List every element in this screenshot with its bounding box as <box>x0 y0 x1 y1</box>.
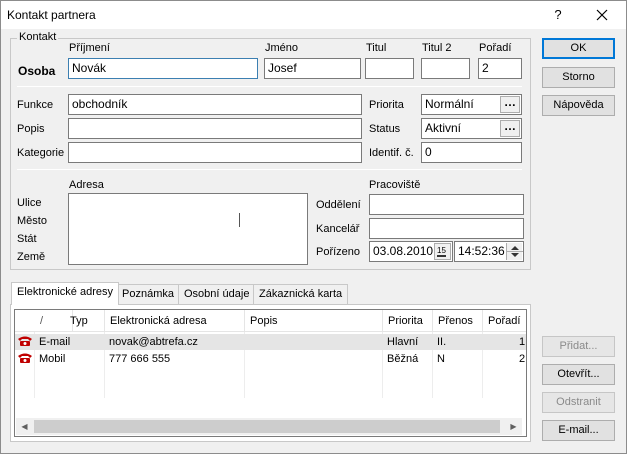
table-row[interactable]: E-mail novak@abtrefa.cz Hlavní II. 1 <box>15 334 526 350</box>
ulice-label: Ulice <box>17 197 42 209</box>
cell-prenos: N <box>437 353 445 365</box>
column-header-poradi[interactable]: Pořadí <box>483 310 526 332</box>
mesto-label: Město <box>17 215 47 227</box>
titul-label: Titul <box>366 42 387 54</box>
priorita-label: Priorita <box>369 99 404 111</box>
title-bar: Kontakt partnera ? <box>1 1 626 29</box>
zeme-label: Země <box>17 251 46 263</box>
kontakt-group-legend: Kontakt <box>17 31 59 43</box>
stat-label: Stát <box>17 233 37 245</box>
prijmeni-label: Příjmení <box>69 42 110 54</box>
cell-typ: E-mail <box>39 336 71 348</box>
cell-typ: Mobil <box>39 353 66 365</box>
titul2-input[interactable] <box>421 58 470 79</box>
phone-icon <box>17 352 33 368</box>
jmeno-label: Jméno <box>265 42 299 54</box>
tab-elektronicke-adresy[interactable]: Elektronické adresy <box>11 282 119 305</box>
odstranit-button[interactable]: Odstranit <box>542 392 615 413</box>
cell-prenos: II. <box>437 336 447 348</box>
email-button[interactable]: E-mail... <box>542 420 615 441</box>
kancelar-label: Kancelář <box>316 223 360 235</box>
scrollbar-thumb[interactable] <box>34 420 500 433</box>
funkce-input[interactable]: obchodník <box>68 94 362 115</box>
poradi-label: Pořadí <box>479 42 512 54</box>
oddeleni-input[interactable] <box>369 194 524 215</box>
priorita-browse-button[interactable]: … <box>500 96 520 113</box>
popis-input[interactable] <box>68 118 362 139</box>
addresses-grid[interactable]: / Typ Elektronická adresa Popis Priorita… <box>14 309 527 437</box>
grid-header: / Typ Elektronická adresa Popis Priorita… <box>15 310 526 332</box>
tab-osobni-udaje[interactable]: Osobní údaje <box>178 284 256 305</box>
pridat-button[interactable]: Přidat... <box>542 336 615 357</box>
cell-priorita: Běžná <box>387 353 419 365</box>
osoba-label: Osoba <box>18 64 56 78</box>
status-browse-button[interactable]: … <box>500 120 520 137</box>
scroll-left-icon[interactable]: ◀ <box>16 418 33 435</box>
separator-top <box>17 86 522 87</box>
identif-label: Identif. č. <box>369 147 414 159</box>
separator-middle <box>17 169 522 170</box>
adresa-textarea[interactable] <box>68 193 308 265</box>
storno-button[interactable]: Storno <box>542 67 615 88</box>
status-label: Status <box>369 123 401 135</box>
time-spinner[interactable] <box>506 243 523 260</box>
phone-icon <box>17 335 33 351</box>
cell-poradi: 2 <box>519 353 526 365</box>
column-header-typ[interactable]: Typ <box>65 310 105 332</box>
tab-zakaznicka-karta[interactable]: Zákaznická karta <box>253 284 349 305</box>
jmeno-input[interactable]: Josef <box>264 58 361 79</box>
kategorie-input[interactable] <box>68 142 362 163</box>
column-header-popis[interactable]: Popis <box>245 310 383 332</box>
kategorie-label: Kategorie <box>17 147 65 159</box>
table-row[interactable]: Mobil 777 666 555 Běžná N 2 <box>15 351 526 367</box>
column-header-adresa[interactable]: Elektronická adresa <box>105 310 245 332</box>
help-button[interactable]: ? <box>537 1 579 29</box>
funkce-label: Funkce <box>17 99 54 111</box>
cell-adresa: novak@abtrefa.cz <box>109 336 198 348</box>
identif-input[interactable]: 0 <box>421 142 522 163</box>
calendar-button[interactable]: 15 <box>434 243 451 260</box>
prijmeni-input[interactable]: Novák <box>68 58 258 79</box>
cell-popis <box>245 334 249 350</box>
horizontal-scrollbar[interactable]: ◀ ▶ <box>16 418 522 435</box>
close-button[interactable] <box>581 1 623 29</box>
calendar-icon: 15 <box>437 246 446 257</box>
cell-poradi: 1 <box>519 336 526 348</box>
pracoviste-label: Pracoviště <box>369 179 421 191</box>
window-title: Kontakt partnera <box>7 8 96 22</box>
cell-priorita: Hlavní <box>387 336 419 348</box>
poradi-input[interactable]: 2 <box>478 58 522 79</box>
titul2-label: Titul 2 <box>422 42 452 54</box>
adresa-label: Adresa <box>69 179 104 191</box>
ok-button[interactable]: OK <box>542 38 615 59</box>
oddeleni-label: Oddělení <box>316 199 361 211</box>
popis-label: Popis <box>17 123 45 135</box>
scroll-right-icon[interactable]: ▶ <box>505 418 522 435</box>
porizeno-label: Pořízeno <box>316 246 361 258</box>
otevrit-button[interactable]: Otevřít... <box>542 364 615 385</box>
close-icon <box>596 9 608 21</box>
titul-input[interactable] <box>365 58 414 79</box>
column-header-prenos[interactable]: Přenos <box>433 310 483 332</box>
cell-adresa: 777 666 555 <box>109 353 171 365</box>
napoveda-button[interactable]: Nápověda <box>542 95 615 116</box>
cell-popis <box>245 351 249 367</box>
text-caret <box>239 213 240 227</box>
spinner-arrows-icon <box>507 246 523 257</box>
tab-poznamka[interactable]: Poznámka <box>116 284 180 305</box>
kancelar-input[interactable] <box>369 218 524 239</box>
column-header-priorita[interactable]: Priorita <box>383 310 433 332</box>
